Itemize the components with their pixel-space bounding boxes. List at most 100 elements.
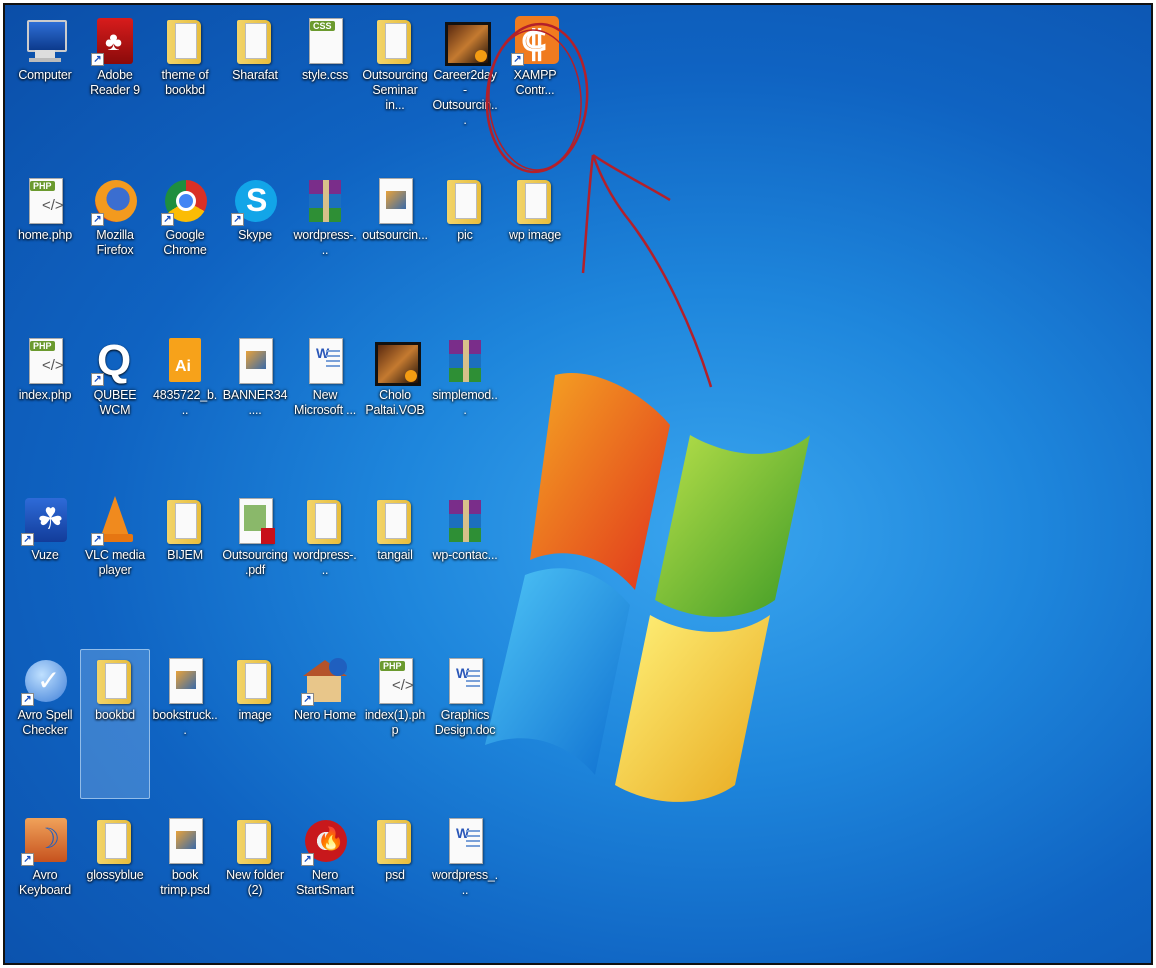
desktop-icon[interactable]: outsourcin... <box>360 169 430 319</box>
shortcut-arrow-icon: ↗ <box>91 533 104 546</box>
desktop-icon-label: image <box>238 708 272 722</box>
desktop-icon-label: wordpress-... <box>293 228 357 257</box>
desktop-icon-label: home.php <box>18 228 72 242</box>
desktop-icon-label: style.css <box>301 68 349 82</box>
desktop-icon-label: Sharafat <box>232 68 278 82</box>
desktop-icon[interactable]: W New Microsoft ... <box>290 329 360 479</box>
desktop[interactable]: Computer ♣ ↗ Adobe Reader 9 theme of bookbd S… <box>3 3 1153 965</box>
desktop-icon[interactable]: Career2day - Outsourcin... <box>430 9 500 159</box>
qubee-icon: Q ↗ <box>91 336 139 386</box>
folder-icon <box>231 816 279 866</box>
desktop-icon-label: simplemod... <box>432 388 498 417</box>
desktop-icon[interactable]: Q ↗ QUBEE WCM <box>80 329 150 479</box>
desktop-icon[interactable]: 🔥 ↗ Nero StartSmart <box>290 809 360 959</box>
php-file-icon: PHP </> <box>21 176 69 226</box>
desktop-icon[interactable]: image <box>220 649 290 799</box>
desktop-icon[interactable]: BANNER34.... <box>220 329 290 479</box>
desktop-icon[interactable]: W Graphics Design.doc <box>430 649 500 799</box>
desktop-icon[interactable]: wordpress-... <box>290 169 360 319</box>
shortcut-arrow-icon: ↗ <box>301 853 314 866</box>
folder-icon <box>441 176 489 226</box>
shortcut-arrow-icon: ↗ <box>21 533 34 546</box>
folder-icon <box>511 176 559 226</box>
xampp-icon: ⸿ ↗ <box>511 16 559 66</box>
desktop-icon[interactable]: PHP </> home.php <box>10 169 80 319</box>
desktop-icon-label: Vuze <box>31 548 59 562</box>
desktop-icon-label: book trimp.psd <box>160 868 210 897</box>
desktop-icon[interactable]: bookstruck... <box>150 649 220 799</box>
desktop-icon[interactable]: ↗ VLC media player <box>80 489 150 639</box>
desktop-icon-label: psd <box>385 868 405 882</box>
desktop-icon[interactable]: Cholo Paltai.VOB <box>360 329 430 479</box>
desktop-icon[interactable]: ☽ ↗ Avro Keyboard <box>10 809 80 959</box>
desktop-icon-label: Computer <box>18 68 72 82</box>
desktop-icon-label: Google Chrome <box>163 228 207 257</box>
desktop-icon[interactable]: book trimp.psd <box>150 809 220 959</box>
desktop-icon[interactable]: ↗ Nero Home <box>290 649 360 799</box>
desktop-icon-label: glossyblue <box>86 868 144 882</box>
desktop-icon[interactable]: ♣ ↗ Adobe Reader 9 <box>80 9 150 159</box>
folder-icon <box>161 496 209 546</box>
desktop-icon[interactable]: Outsourcing .pdf <box>220 489 290 639</box>
desktop-icon[interactable]: S ↗ Skype <box>220 169 290 319</box>
computer-icon <box>21 16 69 66</box>
rar-archive-icon <box>441 336 489 386</box>
word-doc-icon: W <box>441 656 489 706</box>
desktop-icon-label: theme of bookbd <box>161 68 209 97</box>
desktop-icon[interactable]: ↗ Google Chrome <box>150 169 220 319</box>
shortcut-arrow-icon: ↗ <box>161 213 174 226</box>
desktop-icon[interactable]: tangail <box>360 489 430 639</box>
desktop-icon[interactable]: bookbd <box>80 649 150 799</box>
desktop-icon[interactable]: ⸿ ↗ XAMPP Contr... <box>500 9 570 159</box>
chrome-icon: ↗ <box>161 176 209 226</box>
rar-archive-icon <box>441 496 489 546</box>
desktop-icon[interactable]: glossyblue <box>80 809 150 959</box>
desktop-icon-label: outsourcin... <box>362 228 428 242</box>
nero-home-icon: ↗ <box>301 656 349 706</box>
desktop-icon[interactable]: wp-contac... <box>430 489 500 639</box>
desktop-icon-label: XAMPP Contr... <box>513 68 557 97</box>
desktop-icon[interactable]: Sharafat <box>220 9 290 159</box>
desktop-icon[interactable]: wordpress-... <box>290 489 360 639</box>
desktop-icon[interactable]: ☘ ↗ Vuze <box>10 489 80 639</box>
adobe-reader-icon: ♣ ↗ <box>91 16 139 66</box>
desktop-icon-label: Outsourcing Seminar in... <box>362 68 428 112</box>
pdf-file-icon <box>231 496 279 546</box>
desktop-icon[interactable]: Wwordpress_... <box>430 809 500 959</box>
video-file-icon <box>371 336 421 386</box>
desktop-icon[interactable]: pic <box>430 169 500 319</box>
folder-icon <box>231 656 279 706</box>
desktop-icon-label: Career2day - Outsourcin... <box>432 68 498 127</box>
desktop-icon[interactable]: wp image <box>500 169 570 319</box>
desktop-icon[interactable]: theme of bookbd <box>150 9 220 159</box>
desktop-icon[interactable]: PHP </> index.php <box>10 329 80 479</box>
shortcut-arrow-icon: ↗ <box>21 693 34 706</box>
desktop-icon[interactable]: BIJEM <box>150 489 220 639</box>
desktop-icon[interactable]: Outsourcing Seminar in... <box>360 9 430 159</box>
desktop-icon[interactable]: PHP </> index(1).php <box>360 649 430 799</box>
desktop-icon[interactable]: Computer <box>10 9 80 159</box>
folder-icon <box>91 816 139 866</box>
desktop-icon-label: Nero StartSmart <box>296 868 354 897</box>
word-doc-icon: W <box>301 336 349 386</box>
desktop-icon[interactable]: ↗ Mozilla Firefox <box>80 169 150 319</box>
php-file-icon: PHP </> <box>371 656 419 706</box>
desktop-icon[interactable]: psd <box>360 809 430 959</box>
skype-icon: S ↗ <box>231 176 279 226</box>
illustrator-file-icon: Ai <box>161 336 209 386</box>
desktop-icon-label: Cholo Paltai.VOB <box>365 388 425 417</box>
desktop-icon-label: Skype <box>238 228 272 242</box>
shortcut-arrow-icon: ↗ <box>21 853 34 866</box>
desktop-icon-label: Mozilla Firefox <box>96 228 134 257</box>
desktop-icon[interactable]: CSS style.css <box>290 9 360 159</box>
shortcut-arrow-icon: ↗ <box>231 213 244 226</box>
desktop-icon[interactable]: ✓ ↗ Avro Spell Checker <box>10 649 80 799</box>
desktop-icon-label: New Microsoft ... <box>294 388 356 417</box>
desktop-icon-label: wordpress_... <box>432 868 498 897</box>
avro-keyboard-icon: ☽ ↗ <box>21 816 69 866</box>
desktop-icon-label: tangail <box>377 548 413 562</box>
desktop-icon[interactable]: simplemod... <box>430 329 500 479</box>
desktop-icon[interactable]: Ai 4835722_b... <box>150 329 220 479</box>
desktop-icon[interactable]: New folder (2) <box>220 809 290 959</box>
vlc-icon: ↗ <box>91 496 139 546</box>
